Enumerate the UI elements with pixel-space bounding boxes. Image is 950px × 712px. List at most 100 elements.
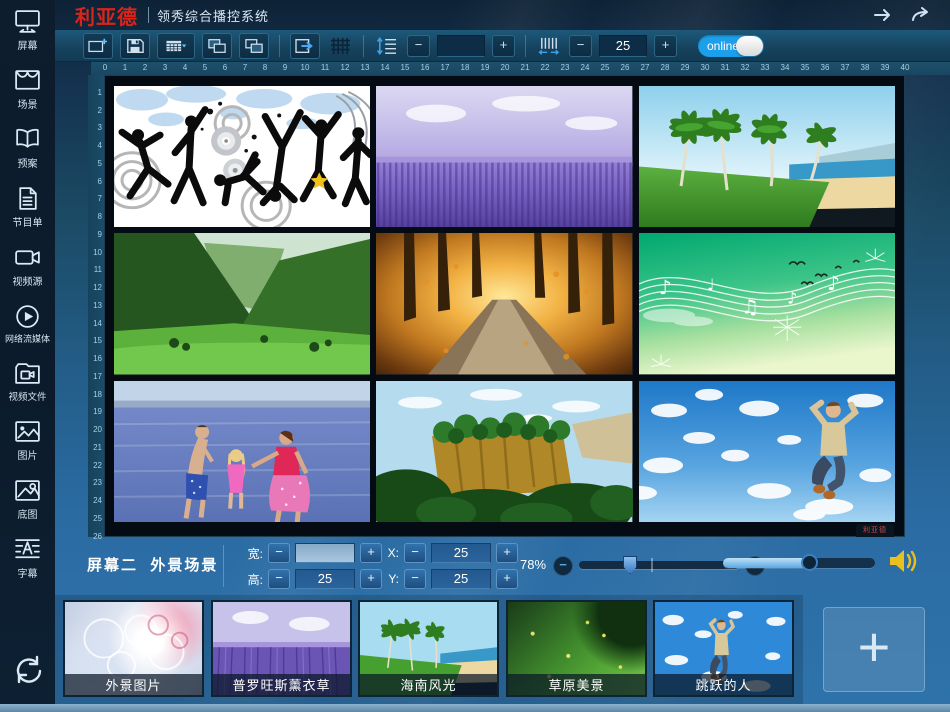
export-screen-button[interactable] bbox=[290, 33, 320, 59]
sidebar-item-label: 节目单 bbox=[13, 214, 43, 229]
height-input[interactable]: 25 bbox=[295, 569, 355, 589]
media-thumbnail-strip: 外景图片 普罗旺斯薰衣草 bbox=[55, 595, 950, 704]
size-group: 宽: − + 高: − 25 + bbox=[241, 543, 382, 589]
sidebar-item-label: 网络流媒体 bbox=[5, 332, 50, 345]
column-spacing-minus-button[interactable]: − bbox=[569, 35, 592, 57]
zoom-slider-track[interactable] bbox=[579, 561, 739, 569]
app-logo: 利亚德 bbox=[75, 1, 138, 30]
bottom-edge bbox=[0, 704, 950, 712]
canvas-tile-palm-beach[interactable] bbox=[639, 86, 895, 227]
save-button[interactable] bbox=[120, 33, 150, 59]
volume-fill bbox=[723, 558, 810, 568]
refresh-button[interactable] bbox=[11, 653, 45, 692]
sidebar-item-video-source[interactable]: 视频源 bbox=[13, 244, 43, 288]
screen-label: 屏幕二 bbox=[87, 557, 138, 574]
sidebar-item-program[interactable]: 节目单 bbox=[13, 185, 43, 229]
canvas-tile-green-valley[interactable] bbox=[114, 233, 370, 374]
zoom-out-button[interactable]: − bbox=[553, 556, 573, 576]
x-label: X: bbox=[377, 546, 399, 560]
width-minus-button[interactable]: − bbox=[268, 543, 290, 563]
subtitle-icon bbox=[13, 536, 42, 563]
zoom-slider-handle[interactable] bbox=[623, 556, 637, 574]
canvas-tile-music-sky[interactable]: ♪♩ ♫♪ ♪ bbox=[639, 233, 895, 374]
canvas-tile-dancers[interactable] bbox=[114, 86, 370, 227]
y-minus-button[interactable]: − bbox=[404, 569, 426, 589]
canvas-tile-cliff-forest[interactable] bbox=[376, 381, 632, 522]
row-spacing-minus-button[interactable]: − bbox=[407, 35, 430, 57]
video-camera-icon bbox=[13, 244, 42, 271]
canvas-tile-beach-family[interactable] bbox=[114, 381, 370, 522]
inspector-divider bbox=[223, 545, 224, 587]
send-backward-button[interactable] bbox=[239, 33, 269, 59]
thumbnail-hainan[interactable]: 海南风光 bbox=[358, 600, 499, 697]
redo-arrow-button[interactable] bbox=[910, 7, 932, 23]
open-book-icon bbox=[13, 126, 42, 153]
layout-grid-dropdown[interactable] bbox=[157, 33, 195, 59]
toolbar-separator bbox=[279, 35, 280, 57]
canvas-tile-jumping-man[interactable] bbox=[639, 381, 895, 522]
sidebar-item-subtitles[interactable]: 字幕 bbox=[13, 536, 42, 580]
speaker-button[interactable] bbox=[887, 547, 917, 575]
toggle-knob[interactable] bbox=[736, 36, 763, 56]
refresh-icon bbox=[11, 653, 45, 687]
zoom-percent-label: 78% bbox=[520, 557, 546, 572]
sidebar-item-basemap[interactable]: 底图 bbox=[13, 477, 42, 521]
toolbar-separator bbox=[363, 35, 364, 57]
sidebar-item-scene[interactable]: 场景 bbox=[13, 67, 42, 111]
column-spacing-input[interactable]: 25 bbox=[599, 35, 647, 57]
thumbnail-grassland[interactable]: 草原美景 bbox=[506, 600, 647, 697]
sidebar-item-label: 场景 bbox=[18, 96, 38, 111]
width-input[interactable] bbox=[295, 543, 355, 563]
row-spacing-input[interactable] bbox=[437, 35, 485, 57]
sidebar-item-screen[interactable]: 屏幕 bbox=[13, 8, 42, 52]
width-label: 宽: bbox=[241, 545, 263, 562]
canvas-tile-autumn-road[interactable] bbox=[376, 233, 632, 374]
online-toggle[interactable]: online bbox=[698, 35, 764, 57]
x-minus-button[interactable]: − bbox=[404, 543, 426, 563]
y-plus-button[interactable]: + bbox=[496, 569, 518, 589]
thumbnail-lavender[interactable]: 普罗旺斯薰衣草 bbox=[211, 600, 352, 697]
row-spacing-plus-button[interactable]: + bbox=[492, 35, 515, 57]
video-folder-icon bbox=[13, 360, 42, 387]
height-label: 高: bbox=[241, 571, 263, 588]
canvas-watermark: 利亚德 bbox=[856, 524, 894, 537]
y-label: Y: bbox=[377, 572, 399, 586]
sidebar-item-plan[interactable]: 预案 bbox=[13, 126, 42, 170]
thumbnail-outdoor-abstract[interactable]: 外景图片 bbox=[63, 600, 204, 697]
bring-forward-button[interactable] bbox=[202, 33, 232, 59]
app-title: 领秀综合播控系统 bbox=[157, 6, 269, 25]
arrow-right-button[interactable] bbox=[872, 7, 894, 23]
sidebar: 屏幕 场景 预案 节目单 视频源 网络流媒体 视频文件 图片 bbox=[0, 0, 55, 704]
thumbnail-caption: 海南风光 bbox=[360, 674, 497, 695]
v-ruler: 1234567891011121314151617181920212223242… bbox=[88, 75, 104, 537]
title-divider bbox=[148, 7, 149, 23]
image-icon bbox=[13, 418, 42, 445]
y-input[interactable]: 25 bbox=[431, 569, 491, 589]
toolbar-separator bbox=[525, 35, 526, 57]
base-image-icon bbox=[13, 477, 42, 504]
sidebar-item-pictures[interactable]: 图片 bbox=[13, 418, 42, 462]
svg-text:♪: ♪ bbox=[827, 272, 840, 295]
x-input[interactable]: 25 bbox=[431, 543, 491, 563]
thumbnail-jumping-man[interactable]: 跳跃的人 bbox=[653, 600, 794, 697]
app-window: 屏幕 场景 预案 节目单 视频源 网络流媒体 视频文件 图片 bbox=[0, 0, 950, 712]
height-minus-button[interactable]: − bbox=[268, 569, 290, 589]
sidebar-item-label: 字幕 bbox=[18, 565, 38, 580]
add-media-button[interactable]: + bbox=[823, 607, 925, 692]
sidebar-item-video-files[interactable]: 视频文件 bbox=[8, 360, 46, 403]
volume-slider-handle[interactable] bbox=[801, 554, 818, 571]
sidebar-item-stream[interactable]: 网络流媒体 bbox=[5, 303, 50, 345]
stage-curtain-icon bbox=[13, 67, 42, 94]
column-spacing-plus-button[interactable]: + bbox=[654, 35, 677, 57]
h-ruler: 0123456789101112131415161718192021222324… bbox=[91, 62, 950, 75]
column-spacing-icon bbox=[536, 34, 562, 58]
x-plus-button[interactable]: + bbox=[496, 543, 518, 563]
zoom-slider-tick bbox=[651, 558, 653, 572]
sidebar-item-label: 视频文件 bbox=[8, 389, 46, 403]
volume-slider[interactable] bbox=[723, 558, 875, 568]
online-toggle-label: online bbox=[707, 39, 739, 53]
canvas-tile-lavender[interactable] bbox=[376, 86, 632, 227]
svg-text:♪: ♪ bbox=[659, 276, 672, 299]
new-screen-button[interactable] bbox=[83, 33, 113, 59]
grid-toggle-button[interactable] bbox=[327, 34, 353, 58]
